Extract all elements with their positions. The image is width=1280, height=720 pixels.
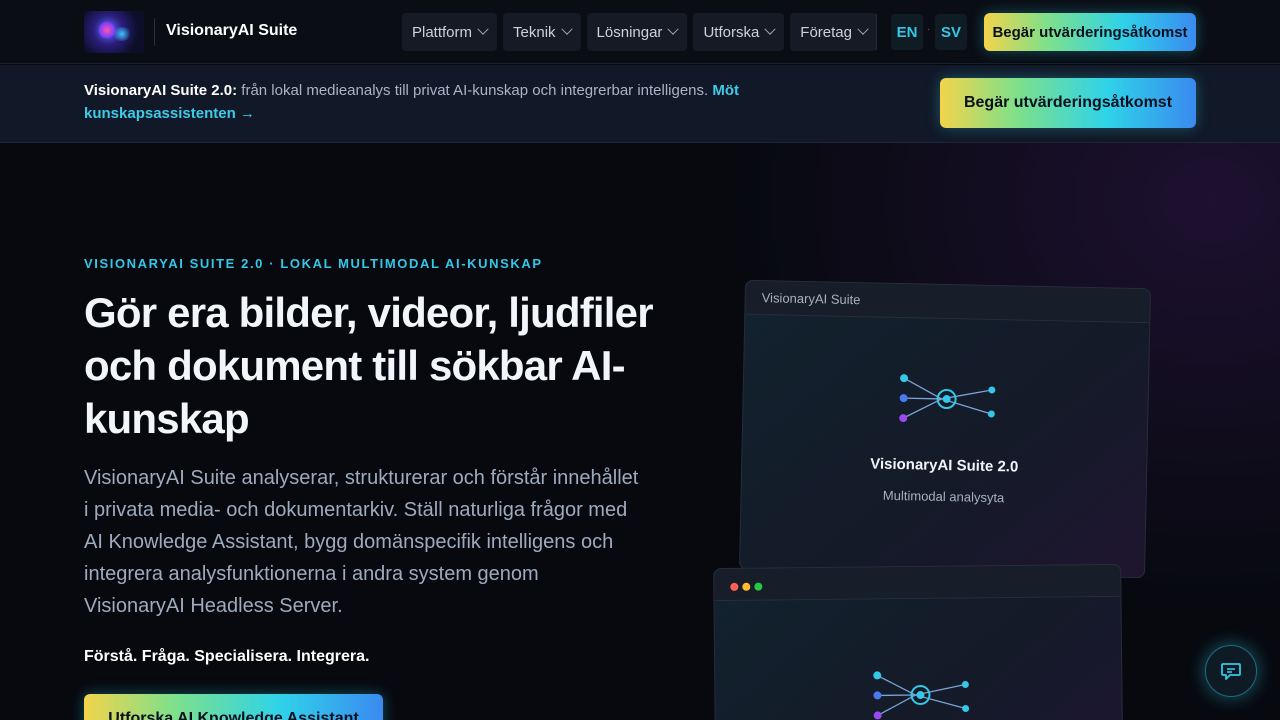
network-graph-icon <box>873 671 970 720</box>
nav-item-label: Teknik <box>513 23 556 41</box>
banner-text: VisionaryAI Suite 2.0: från lokal mediea… <box>84 79 804 125</box>
explore-assistant-button[interactable]: Utforska AI Knowledge Assistant <box>84 694 383 720</box>
maximize-dot-icon <box>754 582 763 591</box>
language-separator: · <box>927 24 931 35</box>
minimize-dot-icon <box>742 582 751 591</box>
hero-tagline: Förstå. Fråga. Specialisera. Integrera. <box>84 648 370 665</box>
nav-item-foretag[interactable]: Företag <box>790 13 877 51</box>
brand-name[interactable]: VisionaryAI Suite <box>166 22 297 40</box>
chevron-down-icon <box>857 23 869 35</box>
hero-headline: Gör era bilder, videor, ljudfiler och do… <box>84 289 654 442</box>
network-graph-icon <box>899 374 996 423</box>
app-mockup-window: VisionaryAI Suite VisionaryAI Suite 2.0 … <box>739 279 1151 579</box>
close-dot-icon <box>730 582 739 591</box>
nav-item-label: Lösningar <box>596 23 663 41</box>
language-divider <box>876 14 877 50</box>
main-menu: Plattform Teknik Lösningar Utforska Före… <box>402 13 877 51</box>
nav-item-label: Plattform <box>412 23 473 41</box>
nav-item-losningar[interactable]: Lösningar <box>586 13 688 51</box>
logo-divider <box>154 18 155 46</box>
nav-item-plattform[interactable]: Plattform <box>402 13 498 51</box>
nav-item-utforska[interactable]: Utforska <box>693 13 785 51</box>
hero-lead: VisionaryAI Suite analyserar, strukturer… <box>84 467 639 617</box>
mockup-title: VisionaryAI Suite 2.0 <box>870 455 1019 476</box>
language-sv-button[interactable]: SV <box>935 14 967 50</box>
chevron-down-icon <box>560 23 573 35</box>
language-en-button[interactable]: EN <box>891 14 923 50</box>
logo[interactable] <box>84 11 144 53</box>
chat-icon <box>1221 663 1241 680</box>
banner-description: från lokal medieanalys till privat AI-ku… <box>237 82 713 99</box>
chevron-down-icon <box>477 23 489 35</box>
top-navigation: VisionaryAI Suite Plattform Teknik Lösni… <box>0 0 1280 64</box>
chevron-down-icon <box>667 23 680 35</box>
nav-item-teknik[interactable]: Teknik <box>503 13 581 51</box>
banner-request-access-button[interactable]: Begär utvärderingsåtkomst <box>940 78 1196 128</box>
banner-title: VisionaryAI Suite 2.0: <box>84 82 238 99</box>
window-body <box>714 596 1122 720</box>
hero-eyebrow: VISIONARYAI SUITE 2.0 · LOKAL MULTIMODAL… <box>84 256 543 271</box>
window-titlebar <box>714 564 1121 602</box>
window-body: VisionaryAI Suite 2.0 Multimodal analysy… <box>739 314 1150 579</box>
app-mockup-window-secondary <box>713 563 1123 720</box>
nav-item-label: Företag <box>800 23 852 41</box>
request-access-button[interactable]: Begär utvärderingsåtkomst <box>984 13 1196 51</box>
chat-widget-button[interactable] <box>1205 645 1257 697</box>
mockup-subtitle: Multimodal analysyta <box>882 487 1005 506</box>
nav-item-label: Utforska <box>703 23 760 41</box>
chevron-down-icon <box>764 23 776 35</box>
